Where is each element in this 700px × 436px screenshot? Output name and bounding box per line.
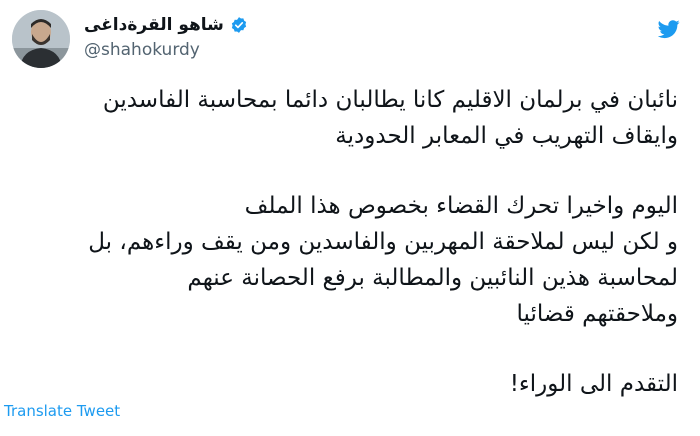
tweet-line: اليوم واخيرا تحرك القضاء بخصوص هذا الملف	[244, 193, 678, 219]
display-name[interactable]: شاهو القرةداغی	[84, 15, 224, 35]
tweet-header: شاهو القرةداغی @shahokurdy	[0, 8, 700, 68]
tweet-line: التقدم الى الوراء!	[509, 371, 678, 397]
tweet-line: نائبان في برلمان الاقليم كانا يطالبان دا…	[102, 87, 678, 113]
tweet-paragraph: التقدم الى الوراء!	[22, 366, 678, 402]
translate-tweet-link[interactable]: Translate Tweet	[4, 402, 120, 420]
tweet-line: وملاحقتهم قضائيا	[516, 301, 678, 327]
tweet-card: شاهو القرةداغی @shahokurdy نائبان في برل…	[0, 0, 700, 420]
avatar[interactable]	[12, 10, 70, 68]
author-names: شاهو القرةداغی @shahokurdy	[84, 12, 304, 60]
tweet-line: وايقاف التهريب في المعابر الحدودية	[335, 123, 678, 149]
tweet-text: نائبان في برلمان الاقليم كانا يطالبان دا…	[22, 82, 678, 436]
tweet-line: لمحاسبة هذين النائبين والمطالبة برفع الح…	[187, 265, 678, 291]
tweet-line: و لكن ليس لملاحقة المهربين والفاسدين ومن…	[88, 229, 678, 255]
verified-badge-icon	[231, 17, 247, 33]
tweet-paragraph: نائبان في برلمان الاقليم كانا يطالبان دا…	[22, 82, 678, 154]
display-name-row: شاهو القرةداغی	[84, 12, 304, 38]
tweet-paragraph: اليوم واخيرا تحرك القضاء بخصوص هذا الملف…	[22, 188, 678, 332]
user-avatar-photo-icon	[12, 10, 70, 68]
author-handle[interactable]: @shahokurdy	[84, 40, 304, 60]
twitter-bird-icon[interactable]	[658, 18, 680, 40]
